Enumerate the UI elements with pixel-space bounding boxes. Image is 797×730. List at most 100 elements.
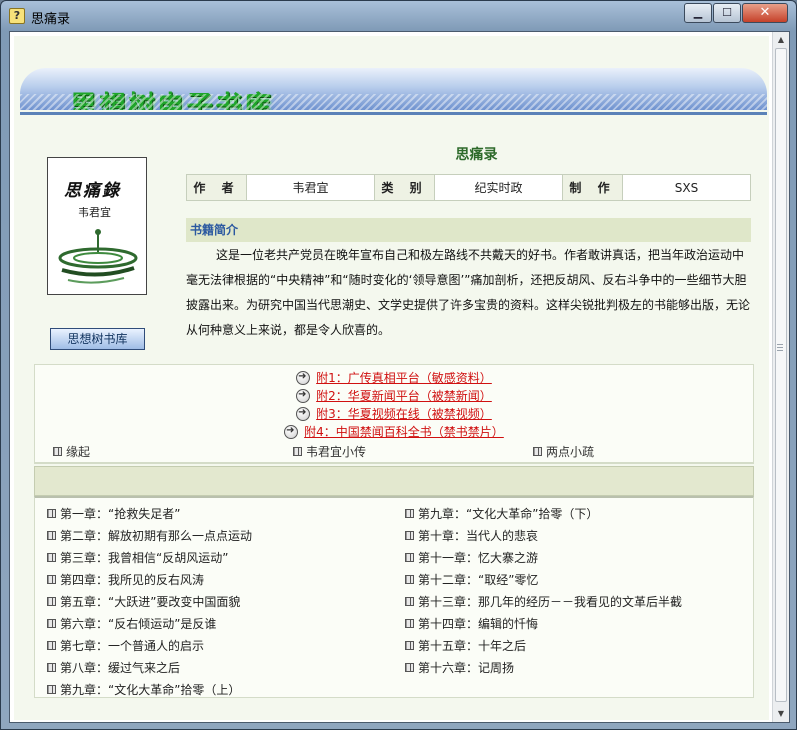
section-item[interactable]: 缘起 [53,443,90,460]
library-button[interactable]: 思想树书库 [50,328,145,350]
header-banner: 思想树电子书库 [20,68,767,110]
chapter-item[interactable]: 第十二章：“取经”零忆 [405,571,538,588]
chapter-item[interactable]: 第七章：一个普通人的启示 [47,637,204,654]
book-icon [533,447,542,456]
chapter-item[interactable]: 第十章：当代人的悲哀 [405,527,538,544]
scroll-up-arrow-icon[interactable]: ▲ [773,32,789,48]
book-icon [47,685,56,694]
content-area: 思想树电子书库 思痛錄 韦君宜 思想树书库 思痛录 作 者 韦君宜 类 别 纪实… [9,31,790,723]
section-label: 韦君宜小传 [306,445,367,459]
book-icon [47,597,56,606]
chapter-label: 第四章：我所见的反右风涛 [60,573,205,587]
header-divider [20,112,767,115]
meta-maker-value: SXS [622,174,751,201]
book-icon [53,447,62,456]
link-appendix-4[interactable]: 附4：中国禁闻百科全书（禁书禁片） [304,423,504,440]
intro-heading: 书籍简介 [186,218,751,242]
chapter-item[interactable]: 第一章：“抢救失足者” [47,505,180,522]
book-icon [47,619,56,628]
book-icon [293,447,302,456]
maximize-button[interactable]: ☐ [713,3,741,23]
window-title: 思痛录 [31,12,71,27]
close-button[interactable]: ✕ [742,3,788,23]
scrollbar-grip [777,344,783,351]
section-label: 两点小疏 [546,445,595,459]
chapter-item[interactable]: 第九章：“文化大革命”拾零（下） [405,505,598,522]
meta-category-value: 纪实时政 [434,174,563,201]
book-icon [405,641,414,650]
chapter-item[interactable]: 第三章：我曾相信“反胡风运动” [47,549,228,566]
arrow-right-icon [296,406,311,421]
chapter-item[interactable]: 第十五章：十年之后 [405,637,526,654]
separator-bar [34,466,754,496]
chapter-label: 第十二章：“取经”零忆 [418,573,539,587]
brand-logo-text: 思想树电子书库 [70,91,273,110]
meta-author-value: 韦君宜 [246,174,375,201]
link-row: 附1：广传真相平台（敏感资料） [35,369,753,387]
chapter-label: 第十四章：编辑的忏悔 [418,617,539,631]
meta-author-label: 作 者 [186,174,247,201]
title-bar[interactable]: ? 思痛录 ▁ ☐ ✕ [1,1,796,31]
book-icon [47,663,56,672]
chapter-label: 第十六章：记周扬 [418,661,515,675]
link-row: 附2：华夏新闻平台（被禁新闻） [35,387,753,405]
link-appendix-3[interactable]: 附3：华夏视频在线（被禁视频） [316,405,492,422]
chapter-item[interactable]: 第十三章：那几年的经历－－我看见的文革后半截 [405,593,682,610]
book-icon [405,509,414,518]
chapter-item[interactable]: 第十六章：记周扬 [405,659,514,676]
cover-ripple-art [58,229,138,284]
app-window: ? 思痛录 ▁ ☐ ✕ 思想树电子书库 思痛錄 韦君宜 思想树书库 思痛录 作 … [0,0,797,730]
chapter-label: 第九章：“文化大革命”拾零（下） [418,507,599,521]
book-cover: 思痛錄 韦君宜 [47,157,147,295]
book-icon [47,531,56,540]
chapter-label: 第九章：“文化大革命”拾零（上） [60,683,241,697]
chapter-label: 第八章：缓过气来之后 [60,661,181,675]
section-item[interactable]: 两点小疏 [533,443,594,460]
chapter-label: 第一章：“抢救失足者” [60,507,181,521]
scrollbar-thumb[interactable] [775,48,787,702]
book-icon [405,619,414,628]
arrow-right-icon [296,370,311,385]
section-label: 缘起 [66,445,91,459]
chapter-label: 第十五章：十年之后 [418,639,527,653]
book-icon [47,509,56,518]
intro-text: 这是一位老共产党员在晚年宣布自己和极左路线不共戴天的好书。作者敢讲真话，把当年政… [186,248,751,337]
chapter-label: 第六章：“反右倾运动”是反谁 [60,617,217,631]
book-icon [47,641,56,650]
meta-category-label: 类 别 [374,174,435,201]
book-icon [405,531,414,540]
book-icon [405,575,414,584]
link-row: 附3：华夏视频在线（被禁视频） [35,405,753,423]
front-matter-row: 缘起 韦君宜小传 两点小疏 [34,439,754,463]
chapter-label: 第三章：我曾相信“反胡风运动” [60,551,229,565]
book-icon [47,553,56,562]
vertical-scrollbar[interactable]: ▲ ▼ [772,32,789,722]
link-appendix-1[interactable]: 附1：广传真相平台（敏感资料） [316,369,492,386]
chapter-item[interactable]: 第十一章：忆大寨之游 [405,549,538,566]
book-title: 思痛录 [455,147,498,163]
chapter-label: 第七章：一个普通人的启示 [60,639,205,653]
chapter-item[interactable]: 第五章：“大跃进”要改变中国面貌 [47,593,240,610]
chapter-item[interactable]: 第九章：“文化大革命”拾零（上） [47,681,240,698]
chapter-item[interactable]: 第八章：缓过气来之后 [47,659,180,676]
book-icon [405,597,414,606]
scroll-down-arrow-icon[interactable]: ▼ [773,706,789,722]
chapter-label: 第十章：当代人的悲哀 [418,529,539,543]
book-icon [405,553,414,562]
book-icon [405,663,414,672]
chapter-label: 第五章：“大跃进”要改变中国面貌 [60,595,241,609]
chapter-item[interactable]: 第二章：解放初期有那么一点点运动 [47,527,252,544]
book-meta-table: 作 者 韦君宜 类 别 纪实时政 制 作 SXS [186,174,751,201]
chapter-item[interactable]: 第四章：我所见的反右风涛 [47,571,204,588]
meta-maker-label: 制 作 [562,174,623,201]
arrow-right-icon [296,388,311,403]
chapter-item[interactable]: 第十四章：编辑的忏悔 [405,615,538,632]
cover-title: 思痛錄 [64,181,121,201]
chapter-label: 第十三章：那几年的经历－－我看见的文革后半截 [418,595,683,609]
link-appendix-2[interactable]: 附2：华夏新闻平台（被禁新闻） [316,387,492,404]
minimize-button[interactable]: ▁ [684,3,712,23]
section-item[interactable]: 韦君宜小传 [293,443,366,460]
arrow-right-icon [284,424,299,439]
chapter-item[interactable]: 第六章：“反右倾运动”是反谁 [47,615,216,632]
ebook-page: 思想树电子书库 思痛錄 韦君宜 思想树书库 思痛录 作 者 韦君宜 类 别 纪实… [14,36,769,720]
